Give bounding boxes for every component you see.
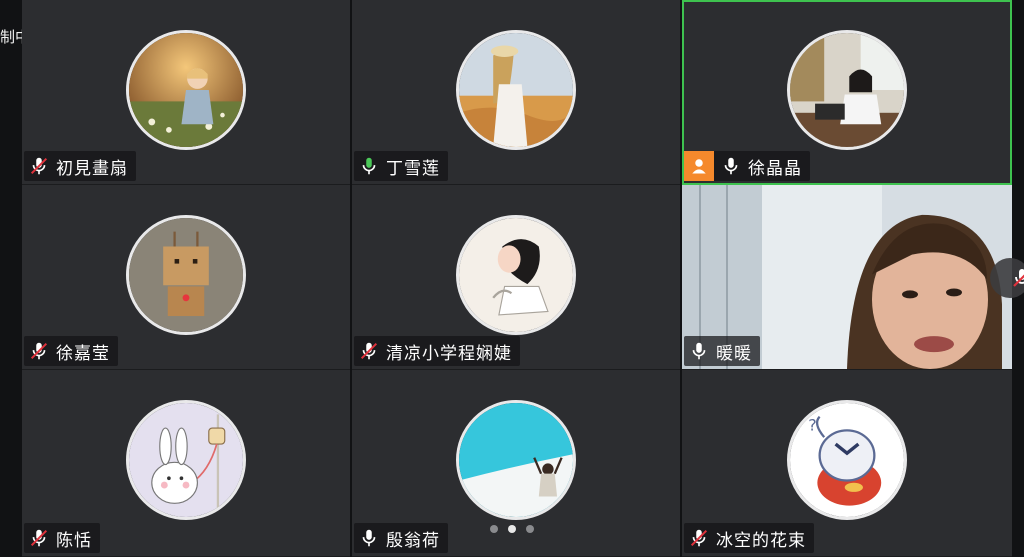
name-tag: 陈恬 xyxy=(24,523,100,553)
mic-muted-icon xyxy=(30,342,48,360)
mic-muted-icon xyxy=(690,529,708,547)
participant-tile[interactable]: 丁雪莲 xyxy=(352,0,680,185)
participant-tile-video[interactable]: 暖暖 xyxy=(682,185,1012,370)
participant-name: 初見畫扇 xyxy=(56,158,128,179)
floating-mic-button[interactable] xyxy=(990,258,1024,298)
page-dot[interactable] xyxy=(490,525,498,533)
mic-muted-icon xyxy=(30,529,48,547)
participant-name: 暖暖 xyxy=(716,343,752,364)
mic-on-icon xyxy=(724,157,738,175)
name-tag: 徐嘉莹 xyxy=(24,336,118,366)
participant-name: 丁雪莲 xyxy=(386,158,440,179)
name-tag: 暖暖 xyxy=(684,336,760,366)
name-tag: 殷翁荷 xyxy=(354,523,448,553)
participant-tile[interactable]: ? 冰空的花束 xyxy=(682,370,1012,557)
page-dot[interactable] xyxy=(526,525,534,533)
avatar: ? xyxy=(787,400,907,520)
participant-tile[interactable]: 初見畫扇 xyxy=(22,0,350,185)
mic-muted-icon xyxy=(1013,269,1024,287)
host-badge xyxy=(684,151,714,181)
name-tag: 徐晶晶 xyxy=(684,151,810,181)
participant-name: 陈恬 xyxy=(56,530,92,551)
avatar xyxy=(787,30,907,150)
participant-tile[interactable]: 陈恬 xyxy=(22,370,350,557)
page-dot-current[interactable] xyxy=(508,525,516,533)
avatar xyxy=(456,400,576,520)
avatar xyxy=(126,30,246,150)
participant-name: 冰空的花束 xyxy=(716,530,806,551)
name-tag: 丁雪莲 xyxy=(354,151,448,181)
participant-tile[interactable]: 清凉小学程娴婕 xyxy=(352,185,680,370)
participant-grid: 初見畫扇 丁雪莲 徐晶晶 徐嘉莹 清凉小学程娴婕 暖暖 陈恬 殷翁荷 ? 冰空的… xyxy=(22,0,1012,557)
mic-muted-icon xyxy=(30,157,48,175)
participant-name: 徐晶晶 xyxy=(748,158,802,179)
participant-name: 殷翁荷 xyxy=(386,530,440,551)
name-tag: 清凉小学程娴婕 xyxy=(354,336,520,366)
participant-name: 徐嘉莹 xyxy=(56,343,110,364)
mic-on-icon xyxy=(362,529,376,547)
mic-muted-icon xyxy=(360,342,378,360)
avatar xyxy=(126,215,246,335)
name-tag: 冰空的花束 xyxy=(684,523,814,553)
mic-on-icon xyxy=(692,342,706,360)
participant-name: 清凉小学程娴婕 xyxy=(386,343,512,364)
page-indicator xyxy=(490,525,534,533)
mic-on-icon xyxy=(362,157,376,175)
person-icon xyxy=(692,159,706,174)
avatar xyxy=(456,30,576,150)
participant-tile-active[interactable]: 徐晶晶 xyxy=(682,0,1012,185)
avatar xyxy=(126,400,246,520)
name-tag: 初見畫扇 xyxy=(24,151,136,181)
svg-text:?: ? xyxy=(808,415,816,434)
avatar xyxy=(456,215,576,335)
participant-tile[interactable]: 徐嘉莹 xyxy=(22,185,350,370)
